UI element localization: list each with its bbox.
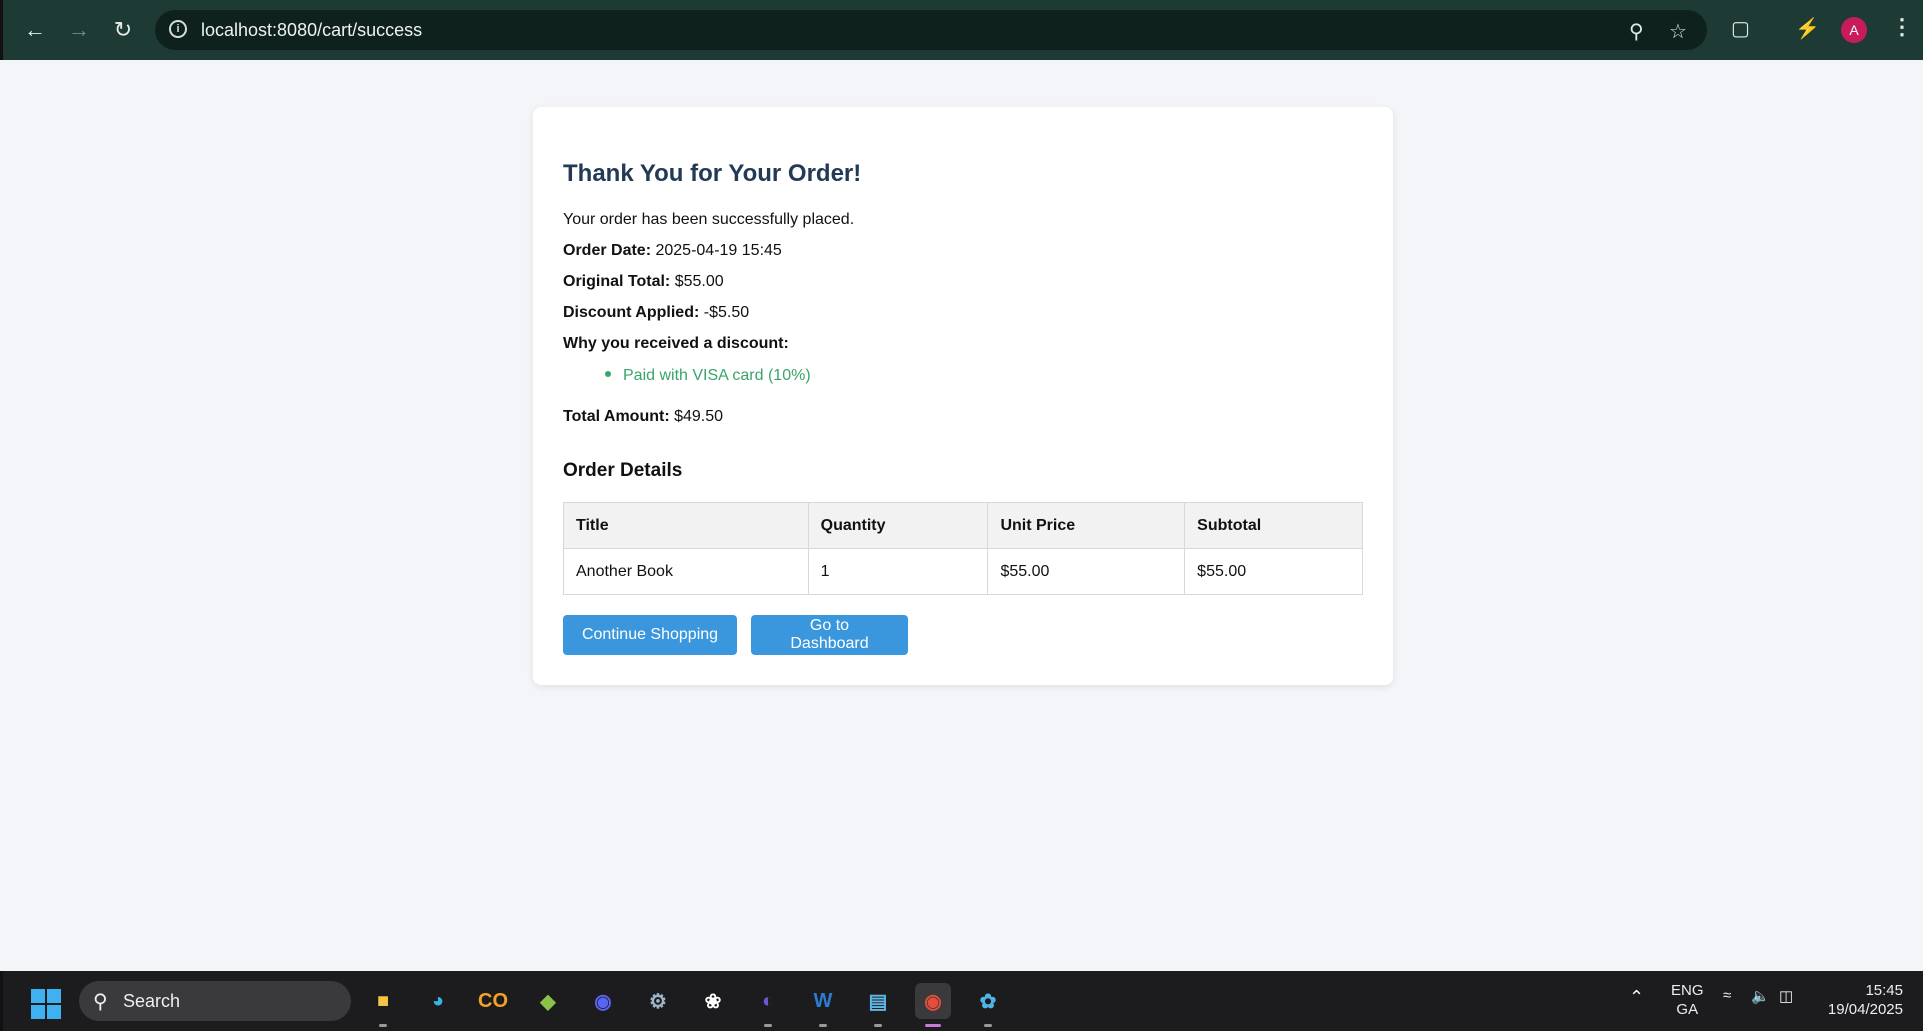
total-value: $49.50 bbox=[674, 408, 724, 425]
search-icon: ⚲ bbox=[93, 991, 108, 1013]
order-date-line: Order Date: 2025-04-19 15:45 bbox=[563, 242, 782, 260]
reload-icon[interactable]: ↻ bbox=[109, 16, 137, 44]
address-bar[interactable]: i localhost:8080/cart/success ⚲ ☆ bbox=[155, 10, 1707, 50]
discord-icon[interactable]: ◉ bbox=[585, 983, 621, 1019]
taskbar-search[interactable]: ⚲ Search bbox=[79, 981, 351, 1021]
chevron-up-icon[interactable]: ⌃ bbox=[1629, 987, 1644, 1008]
original-total-label: Original Total: bbox=[563, 273, 671, 290]
discount-label: Discount Applied: bbox=[563, 304, 700, 321]
cell-title: Another Book bbox=[563, 548, 809, 595]
file-explorer-icon[interactable]: ■ bbox=[365, 983, 401, 1027]
url-text[interactable]: localhost:8080/cart/success bbox=[201, 20, 422, 41]
browser-menu-icon[interactable]: ⋮ bbox=[1891, 14, 1913, 40]
word-icon[interactable]: W bbox=[805, 983, 841, 1027]
column-header-quantity: Quantity bbox=[807, 502, 989, 549]
column-header-unit-price: Unit Price bbox=[987, 502, 1186, 549]
profile-avatar[interactable]: A bbox=[1841, 17, 1867, 43]
cell-unit-price: $55.00 bbox=[987, 548, 1186, 595]
settings-gear-icon[interactable]: ⚙ bbox=[640, 983, 676, 1019]
system-clock[interactable]: 15:45 19/04/2025 bbox=[1823, 981, 1903, 1019]
cell-quantity: 1 bbox=[807, 548, 989, 595]
paint-icon[interactable]: ✿ bbox=[970, 983, 1006, 1027]
notepad-icon[interactable]: ▤ bbox=[860, 983, 896, 1027]
language-indicator[interactable]: ENG GA bbox=[1671, 981, 1704, 1019]
go-to-dashboard-button[interactable]: Go to Dashboard bbox=[751, 615, 908, 655]
back-arrow-icon[interactable]: ← bbox=[21, 16, 49, 44]
discount-line: Discount Applied: -$5.50 bbox=[563, 304, 749, 322]
search-label: Search bbox=[123, 991, 181, 1011]
performance-icon[interactable]: ⚡ bbox=[1795, 16, 1820, 41]
order-details-table: Title Quantity Unit Price Subtotal Anoth… bbox=[563, 502, 1363, 595]
bookmark-star-icon[interactable]: ☆ bbox=[1669, 19, 1687, 44]
bluestacks-icon[interactable]: ◆ bbox=[530, 983, 566, 1019]
extensions-icon[interactable]: ▢ bbox=[1731, 16, 1750, 41]
continue-shopping-button[interactable]: Continue Shopping bbox=[563, 615, 737, 655]
column-header-title: Title bbox=[563, 502, 809, 549]
battery-icon[interactable]: ◫ bbox=[1779, 987, 1793, 1005]
column-header-subtotal: Subtotal bbox=[1184, 502, 1363, 549]
discount-reason-heading: Why you received a discount: bbox=[563, 335, 789, 352]
edge-icon[interactable]: ◕ bbox=[420, 983, 456, 1019]
forward-arrow-icon[interactable]: → bbox=[65, 16, 93, 44]
site-info-icon[interactable]: i bbox=[169, 20, 187, 38]
discount-reason-item: Paid with VISA card (10%) bbox=[605, 367, 811, 385]
bullet-dot-icon bbox=[605, 370, 611, 377]
total-line: Total Amount: $49.50 bbox=[563, 408, 723, 426]
taskbar: ⚲ Search ■ ◕ CO ◆ ◉ ⚙ ❀ ◐ W ▤ ◉ ✿ ⌃ ENG … bbox=[0, 971, 1923, 1031]
order-details-title: Order Details bbox=[563, 460, 683, 481]
chatgpt-icon[interactable]: ❀ bbox=[695, 983, 731, 1019]
cell-subtotal: $55.00 bbox=[1184, 548, 1363, 595]
original-total-line: Original Total: $55.00 bbox=[563, 273, 724, 291]
chrome-icon[interactable]: ◉ bbox=[915, 983, 951, 1027]
total-label: Total Amount: bbox=[563, 408, 670, 425]
colab-icon[interactable]: CO bbox=[475, 983, 511, 1019]
discount-value: -$5.50 bbox=[703, 304, 750, 321]
table-header-row: Title Quantity Unit Price Subtotal bbox=[563, 502, 1363, 549]
page-title: Thank You for Your Order! bbox=[563, 160, 862, 187]
clock-date: 19/04/2025 bbox=[1827, 1001, 1903, 1018]
wifi-icon[interactable]: ≈ bbox=[1723, 987, 1731, 1004]
windows-start-icon[interactable] bbox=[31, 989, 61, 1019]
original-total-value: $55.00 bbox=[674, 273, 724, 290]
order-date-value: 2025-04-19 15:45 bbox=[655, 242, 782, 259]
clock-time: 15:45 bbox=[1865, 982, 1903, 999]
volume-icon[interactable]: 🔈 bbox=[1751, 987, 1770, 1005]
eclipse-icon[interactable]: ◐ bbox=[750, 983, 786, 1027]
zoom-icon[interactable]: ⚲ bbox=[1629, 19, 1644, 44]
order-date-label: Order Date: bbox=[563, 242, 652, 259]
order-success-card: Thank You for Your Order! Your order has… bbox=[533, 107, 1393, 685]
table-row: Another Book 1 $55.00 $55.00 bbox=[563, 548, 1363, 595]
browser-toolbar: ← → ↻ i localhost:8080/cart/success ⚲ ☆ … bbox=[0, 0, 1923, 60]
success-message: Your order has been successfully placed. bbox=[563, 211, 855, 228]
